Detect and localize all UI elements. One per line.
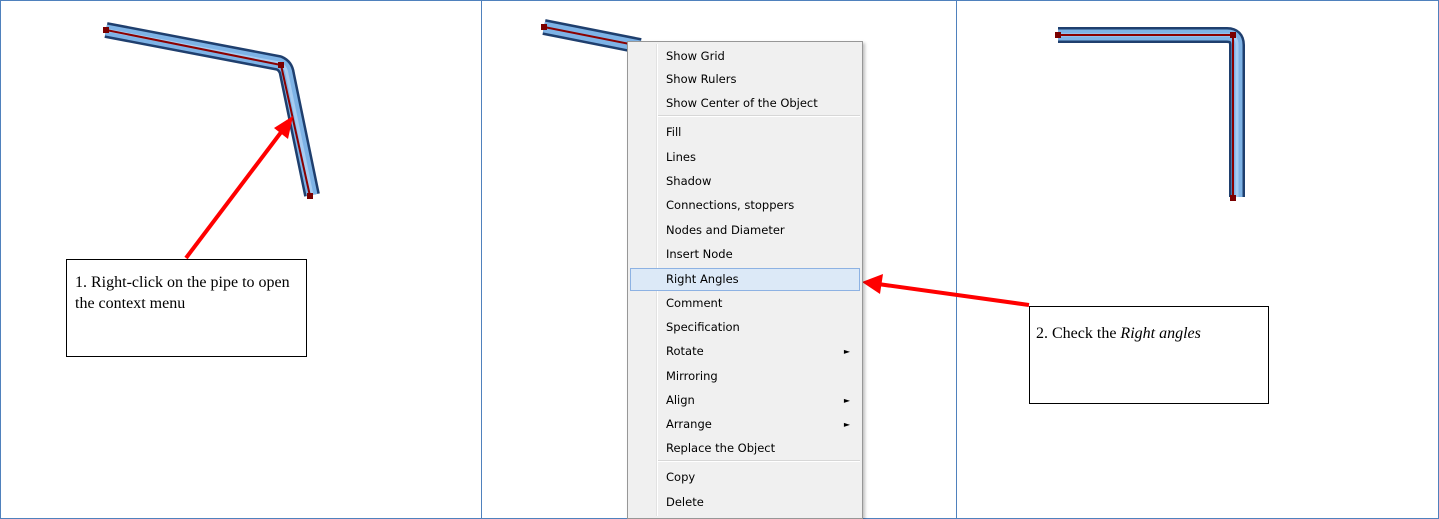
pipe-after[interactable] bbox=[1055, 27, 1245, 201]
menu-item-label: Fill bbox=[666, 125, 682, 139]
menu-item-show-center-of-the-object[interactable]: Show Center of the Object bbox=[630, 92, 860, 115]
pipe-node[interactable] bbox=[1055, 32, 1061, 38]
menu-item-label: Shadow bbox=[666, 174, 712, 188]
menu-item-label: Insert Node bbox=[666, 247, 733, 261]
menu-item-label: Nodes and Diameter bbox=[666, 223, 785, 237]
submenu-arrow-icon: ► bbox=[843, 347, 850, 356]
pipe-node[interactable] bbox=[1230, 195, 1236, 201]
menu-item-lines[interactable]: Lines bbox=[630, 146, 860, 169]
callout-step1-text: 1. Right-click on the pipe to open the c… bbox=[75, 274, 290, 312]
pipe-node[interactable] bbox=[541, 24, 547, 30]
menu-item-rotate[interactable]: Rotate ► bbox=[630, 340, 860, 363]
menu-item-label: Show Rulers bbox=[666, 72, 737, 86]
menu-item-show-grid[interactable]: Show Grid bbox=[630, 45, 860, 68]
menu-item-label: Right Angles bbox=[666, 272, 739, 286]
menu-item-label: Show Center of the Object bbox=[666, 96, 818, 110]
arrow-step2-icon bbox=[862, 274, 1030, 307]
menu-separator bbox=[658, 115, 860, 117]
pipe-before[interactable] bbox=[103, 22, 320, 199]
menu-separator bbox=[658, 460, 860, 462]
menu-item-right-angles[interactable]: Right Angles bbox=[630, 268, 860, 291]
menu-item-label: Delete bbox=[666, 495, 704, 509]
menu-item-label: Show Grid bbox=[666, 49, 725, 63]
menu-item-label: Connections, stoppers bbox=[666, 198, 795, 212]
menu-item-label: Replace the Object bbox=[666, 441, 776, 455]
menu-item-fill[interactable]: Fill bbox=[630, 121, 860, 144]
menu-item-label: Comment bbox=[666, 296, 723, 310]
menu-item-label: Align bbox=[666, 393, 695, 407]
callout-step2: 2. Check the Right angles bbox=[1029, 306, 1269, 404]
menu-item-copy[interactable]: Copy bbox=[630, 466, 860, 489]
menu-item-replace-the-object[interactable]: Replace the Object bbox=[630, 437, 860, 460]
menu-item-label: Specification bbox=[666, 320, 740, 334]
menu-item-arrange[interactable]: Arrange ► bbox=[630, 413, 860, 436]
menu-item-specification[interactable]: Specification bbox=[630, 316, 860, 339]
menu-item-mirroring[interactable]: Mirroring bbox=[630, 365, 860, 388]
pipe-node[interactable] bbox=[307, 193, 313, 199]
pipe-node[interactable] bbox=[103, 27, 109, 33]
menu-item-label: Copy bbox=[666, 470, 696, 484]
menu-item-label: Mirroring bbox=[666, 369, 718, 383]
callout-step1: 1. Right-click on the pipe to open the c… bbox=[66, 259, 307, 357]
pipe-node[interactable] bbox=[1230, 32, 1236, 38]
menu-item-connections-stoppers[interactable]: Connections, stoppers bbox=[630, 194, 860, 217]
menu-item-label: Arrange bbox=[666, 417, 712, 431]
pipe-node[interactable] bbox=[278, 62, 284, 68]
menu-item-insert-node[interactable]: Insert Node bbox=[630, 243, 860, 266]
callout-step2-emphasis: Right angles bbox=[1120, 325, 1201, 342]
menu-item-shadow[interactable]: Shadow bbox=[630, 170, 860, 193]
arrow-step1-icon bbox=[184, 116, 293, 260]
menu-item-label: Lines bbox=[666, 150, 696, 164]
menu-item-delete[interactable]: Delete bbox=[630, 491, 860, 514]
context-menu: Show Grid Show Rulers Show Center of the O… bbox=[627, 41, 863, 519]
menu-item-comment[interactable]: Comment bbox=[630, 292, 860, 315]
submenu-arrow-icon: ► bbox=[843, 396, 850, 405]
pipe-partial[interactable] bbox=[541, 19, 642, 54]
menu-item-show-rulers[interactable]: Show Rulers bbox=[630, 68, 860, 91]
submenu-arrow-icon: ► bbox=[843, 420, 850, 429]
menu-item-align[interactable]: Align ► bbox=[630, 389, 860, 412]
menu-item-label: Rotate bbox=[666, 344, 704, 358]
menu-item-nodes-and-diameter[interactable]: Nodes and Diameter bbox=[630, 219, 860, 242]
callout-step2-text: 2. Check the bbox=[1036, 325, 1121, 342]
